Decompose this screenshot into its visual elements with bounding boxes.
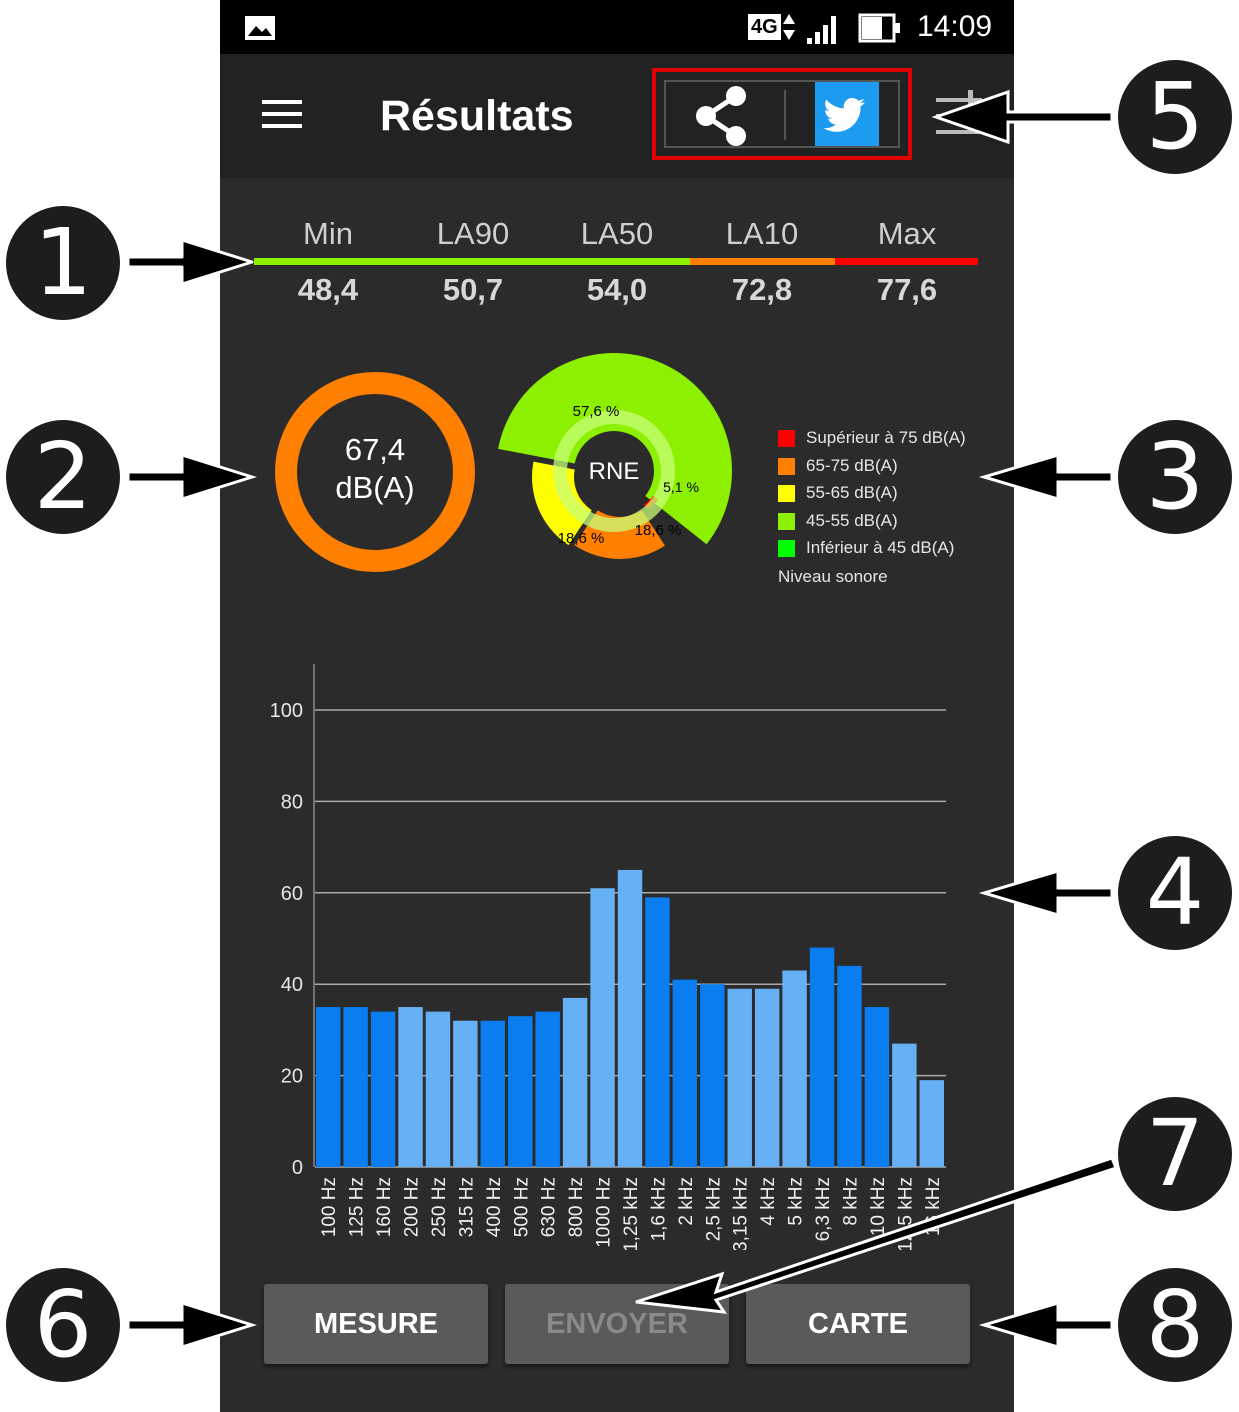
arrow-5 bbox=[931, 89, 1114, 145]
arrow-2 bbox=[126, 452, 258, 502]
arrow-1 bbox=[126, 238, 254, 286]
arrow-3 bbox=[978, 452, 1114, 502]
arrow-4 bbox=[978, 868, 1114, 918]
arrow-8 bbox=[978, 1300, 1114, 1350]
arrow-6 bbox=[126, 1300, 258, 1350]
arrow-7 bbox=[635, 1156, 1118, 1314]
callout-arrows bbox=[126, 89, 1118, 1350]
